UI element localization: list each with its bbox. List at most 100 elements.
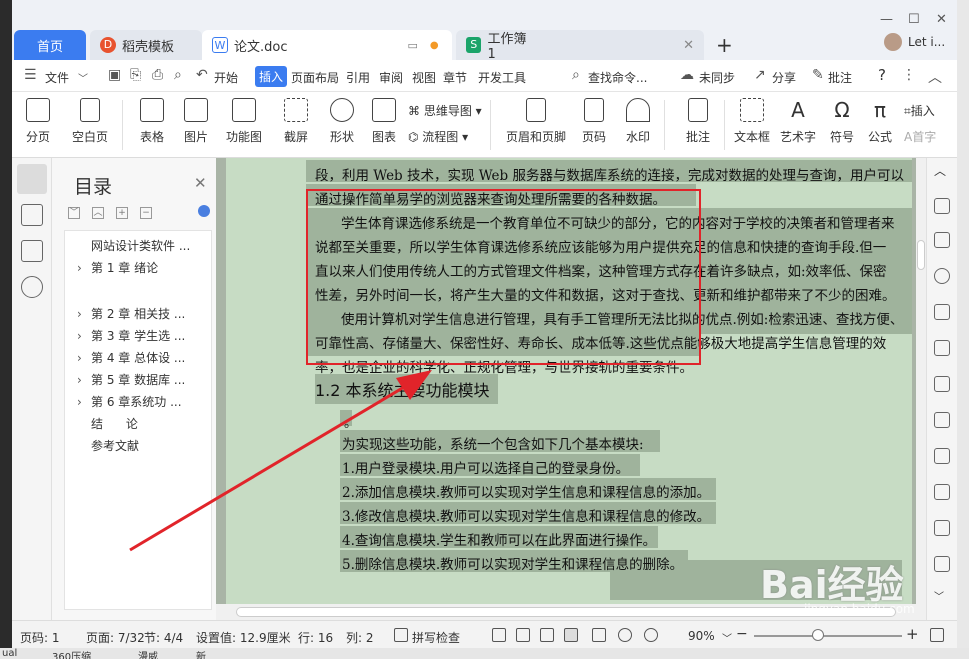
minimize-icon[interactable]: — <box>880 12 893 27</box>
status-row[interactable]: 行: 16 <box>298 629 333 646</box>
menu-insert[interactable]: 插入 <box>255 66 288 87</box>
zoom-in-icon[interactable]: + <box>906 625 919 643</box>
taskbar-item[interactable]: 360压缩 <box>52 648 91 659</box>
new-tab-icon[interactable]: + <box>716 33 733 57</box>
mindmap-button[interactable]: ⌘ 思维导图 ▾ <box>408 102 482 119</box>
edit-pen-icon[interactable] <box>540 628 554 642</box>
tab-close-icon[interactable]: ✕ <box>683 38 694 53</box>
taskbar-item[interactable]: 漫威 <box>138 648 158 659</box>
zoom-slider-knob[interactable] <box>812 629 824 641</box>
export-icon[interactable]: ⎘ <box>130 67 141 83</box>
collapse-icon[interactable]: ︿ <box>92 207 104 219</box>
toc-item[interactable]: › 第 2 章 相关技 ... <box>77 305 185 322</box>
insert-number-button[interactable]: ⌗插入 <box>904 102 935 119</box>
status-pages[interactable]: 页面: 7/32 <box>86 629 145 646</box>
comment-icon[interactable]: ✎ <box>812 67 824 83</box>
tab-home[interactable]: 首页 <box>14 30 86 60</box>
menu-start[interactable]: 开始 <box>214 69 238 86</box>
toc-list-icon[interactable] <box>17 164 47 194</box>
toc-item[interactable]: › 第 6 章系统功 ... <box>77 393 182 410</box>
search-icon[interactable]: ⌕ <box>572 67 580 83</box>
spellcheck-icon[interactable] <box>394 628 408 642</box>
tab-workbook[interactable]: S 工作簿1 ✕ <box>456 30 704 62</box>
status-page-number[interactable]: 页码: 1 <box>20 629 60 646</box>
add-icon[interactable]: + <box>116 207 128 219</box>
close-icon[interactable]: ✕ <box>936 12 947 27</box>
zoom-slider[interactable] <box>754 635 902 637</box>
toc-item[interactable]: › 第 3 章 学生选 ... <box>77 327 185 344</box>
maximize-icon[interactable]: ☐ <box>908 12 920 27</box>
smart-toc-icon[interactable] <box>198 205 210 217</box>
picture-button[interactable]: 图片 <box>170 96 222 145</box>
chevron-up-icon[interactable]: ︿ <box>934 162 950 178</box>
toc-item[interactable]: › 第 5 章 数据库 ... <box>77 371 185 388</box>
settings-sliders-icon[interactable] <box>934 484 950 500</box>
style-brush-icon[interactable] <box>934 198 950 214</box>
menu-references[interactable]: 引用 <box>346 69 370 86</box>
sync-status[interactable]: 未同步 <box>699 69 735 86</box>
screenshot-button[interactable]: 截屏 <box>270 96 322 145</box>
hamburger-icon[interactable]: ☰ <box>24 67 37 83</box>
toc-item[interactable]: 参考文献 <box>91 437 139 454</box>
image-tool-icon[interactable] <box>934 520 950 536</box>
menu-review[interactable]: 审阅 <box>379 69 403 86</box>
blank-page-button[interactable]: 空白页 <box>64 96 116 145</box>
menu-page-layout[interactable]: 页面布局 <box>291 69 339 86</box>
zoom-dropdown-icon[interactable]: ﹀ <box>722 630 732 645</box>
menu-file[interactable]: 文件 <box>45 69 69 86</box>
watermark-button[interactable]: 水印 <box>612 96 664 145</box>
outline-view-icon[interactable] <box>592 628 606 642</box>
status-column[interactable]: 列: 2 <box>346 629 374 646</box>
pages-icon[interactable] <box>21 204 43 226</box>
spellcheck-button[interactable]: 拼写检查 <box>412 629 460 646</box>
monitor-icon[interactable]: ▭ <box>408 39 418 52</box>
toc-item[interactable]: 网站设计类软件 ... <box>91 237 190 254</box>
formula-button[interactable]: π 公式 <box>858 96 902 145</box>
taskbar-item[interactable]: 新 <box>196 648 206 659</box>
zoom-out-icon[interactable]: − <box>736 626 748 642</box>
menu-developer[interactable]: 开发工具 <box>478 69 526 86</box>
taskbar-item[interactable]: ual <box>2 648 17 659</box>
find-icon[interactable] <box>21 276 43 298</box>
stamp-icon[interactable] <box>934 268 950 284</box>
print-preview-icon[interactable]: ⌕ <box>174 67 182 83</box>
shape-tool-icon[interactable] <box>934 304 950 320</box>
chevron-right-icon[interactable]: › <box>77 329 91 343</box>
chevron-right-icon[interactable]: › <box>77 261 91 275</box>
tab-daoke[interactable]: D 稻壳模板 <box>90 30 202 60</box>
drop-cap-button[interactable]: A首字 <box>904 128 936 145</box>
select-pointer-icon[interactable] <box>934 232 950 248</box>
page-view-icon[interactable] <box>564 628 578 642</box>
toc-item[interactable]: › 第 4 章 总体设 ... <box>77 349 185 366</box>
table-tool-icon[interactable] <box>934 376 950 392</box>
comment-button[interactable]: 批注 <box>828 69 852 86</box>
remove-icon[interactable]: − <box>140 207 152 219</box>
page-break-button[interactable]: 分页 <box>12 96 64 145</box>
help-button[interactable]: ? <box>878 66 886 84</box>
annotation-button[interactable]: 批注 <box>672 96 724 145</box>
read-mode-icon[interactable] <box>516 628 530 642</box>
vertical-scrollbar[interactable] <box>916 158 926 604</box>
more-icon[interactable]: ⋮ <box>902 67 916 83</box>
command-search[interactable]: 查找命令... <box>588 69 647 86</box>
cloud-sync-icon[interactable]: ☁ <box>680 67 694 83</box>
chevron-right-icon[interactable]: › <box>77 307 91 321</box>
chevron-down-icon[interactable]: ﹀ <box>934 588 950 604</box>
fill-icon[interactable] <box>934 340 950 356</box>
collapse-ribbon-icon[interactable]: ︿ <box>928 67 942 87</box>
toc-item[interactable]: › 第 1 章 绪论 <box>77 259 158 276</box>
status-setting[interactable]: 设置值: 12.9厘米 <box>196 629 291 646</box>
web-view-icon[interactable] <box>618 628 632 642</box>
fullscreen-icon[interactable] <box>492 628 506 642</box>
chart-button[interactable]: 图表 <box>358 96 410 145</box>
flowchart-button[interactable]: ⌬ 流程图 ▾ <box>408 128 468 145</box>
save-icon[interactable]: ▣ <box>108 67 121 83</box>
share-icon[interactable]: ↗ <box>754 67 766 83</box>
chevron-right-icon[interactable]: › <box>77 351 91 365</box>
header-footer-button[interactable]: 页眉和页脚 <box>502 96 570 145</box>
menu-chapter[interactable]: 章节 <box>443 69 467 86</box>
chevron-right-icon[interactable]: › <box>77 395 91 409</box>
textbox-button[interactable]: 文本框 <box>726 96 778 145</box>
fit-window-icon[interactable] <box>930 628 944 642</box>
toc-item[interactable]: 结 论 <box>91 415 138 432</box>
